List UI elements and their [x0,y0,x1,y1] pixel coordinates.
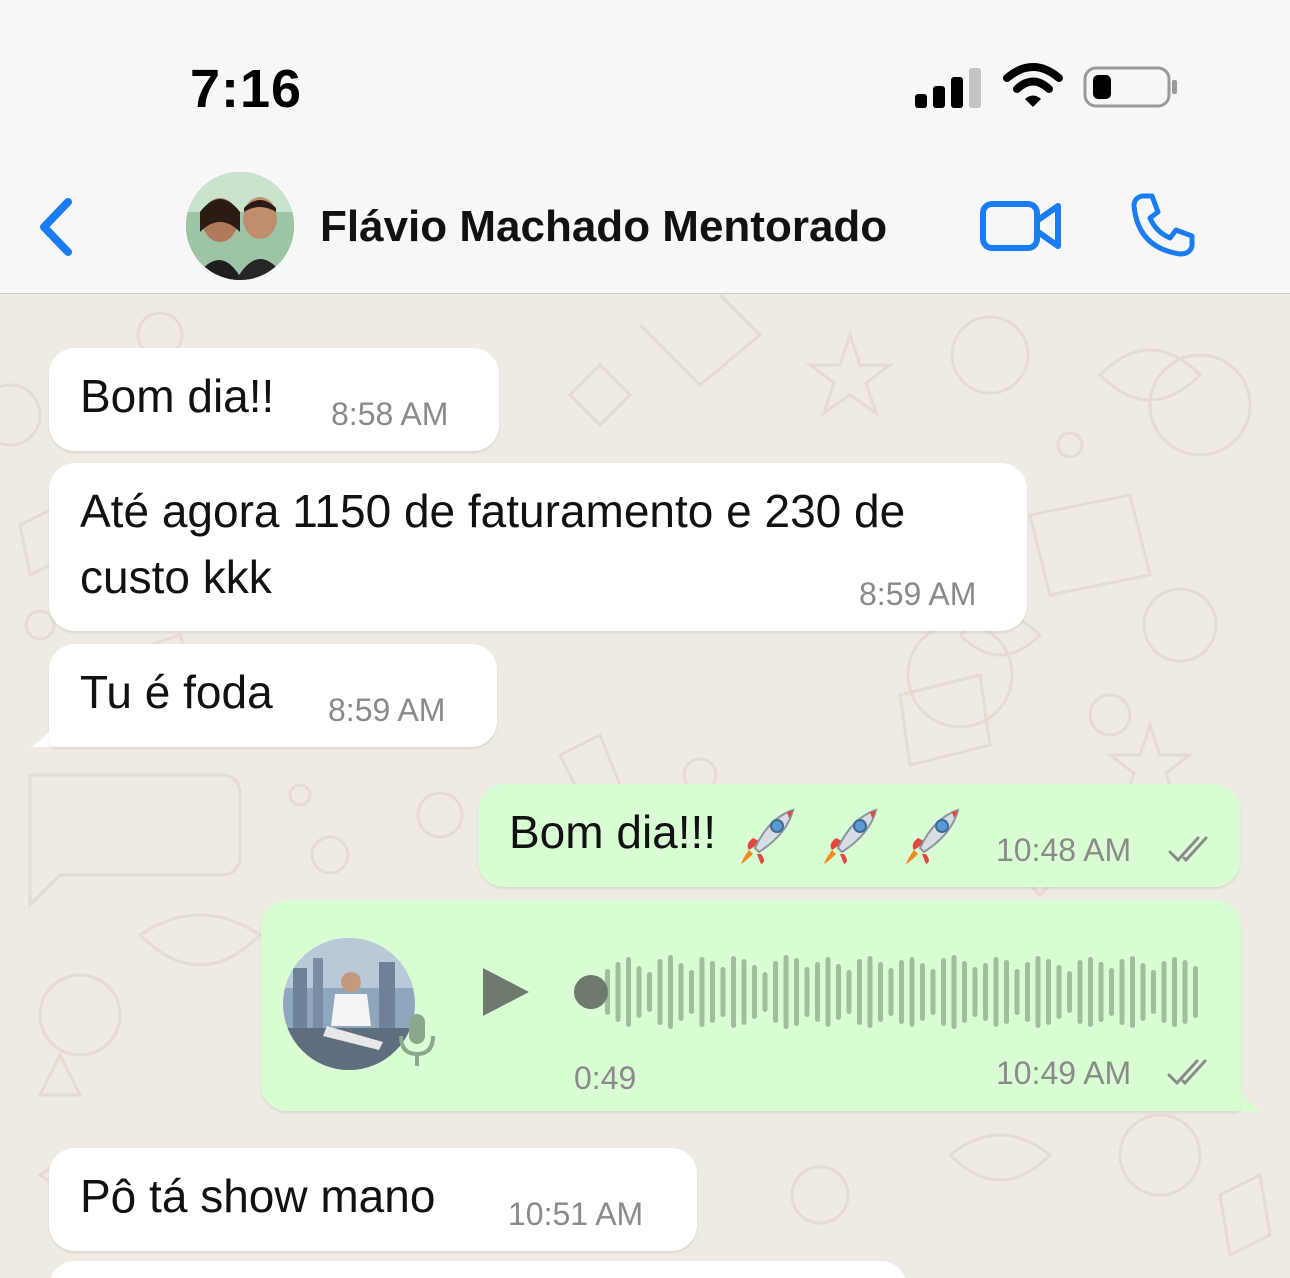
waveform-bar [1088,957,1093,1027]
message-time: 10:51 AM [508,1196,644,1232]
message-time: 10:49 AM [996,1055,1132,1091]
message-bubble-incoming[interactable]: Tu é foda 8:59 AM [49,644,497,747]
message-text: Tu é foda [80,666,273,718]
phone-icon[interactable] [1128,190,1198,260]
message-bubble-incoming[interactable]: Até agora 1150 de faturamento e 230 de c… [49,463,1027,631]
wifi-icon [1003,63,1063,107]
sender-avatar [283,938,415,1070]
double-check-icon [1168,836,1208,863]
waveform-bar [1109,968,1114,1016]
waveform-bar [1014,969,1020,1015]
waveform-bar [899,960,904,1024]
message-text: Bom dia!! [80,370,275,422]
waveform-bar [668,955,673,1029]
waveform-bar [762,972,768,1012]
waveform-bar [909,957,915,1027]
waveform-bar [1119,959,1125,1025]
waveform-bar [815,962,820,1022]
cellular-signal-icon [915,68,981,108]
waveform-bar [1046,959,1051,1025]
rocket-icon [906,808,960,864]
waveform-bar [1067,971,1072,1013]
waveform-bar [678,963,684,1021]
video-camera-icon[interactable] [978,196,1064,256]
voice-message-bubble[interactable]: 0:49 10:49 AM [261,900,1241,1111]
waveform-bar [1004,960,1009,1024]
rocket-icon [823,808,878,864]
waveform-bar [804,967,810,1017]
double-check-icon [1167,1059,1207,1086]
waveform-bar [1077,960,1083,1024]
play-icon[interactable] [479,964,533,1020]
waveform-bar [1098,962,1104,1022]
message-bubble-incoming[interactable]: Pô tá show mano 10:51 AM [49,1148,697,1251]
waveform-bar [1035,956,1041,1028]
waveform-bar [741,959,747,1025]
waveform-bar [962,961,967,1023]
status-bar: 7:16 [0,0,1290,160]
waveform-bar [657,959,663,1025]
waveform-bar [836,964,841,1020]
waveform-bar [888,968,894,1016]
waveform-bar [1056,965,1062,1019]
waveform-bar [689,970,694,1014]
waveform-bar [720,967,726,1017]
waveform-bar [615,962,621,1022]
message-text: Bom dia!!! [509,799,964,868]
message-time: 10:48 AM [996,832,1132,868]
waveform-bar [636,966,642,1018]
message-time: 8:59 AM [328,692,446,728]
waveform-bar [626,957,631,1027]
message-bubble-incoming-partial[interactable] [49,1261,907,1278]
message-bubble-outgoing[interactable]: Bom dia!!! 10:48 AM [478,784,1240,887]
message-bubble-incoming[interactable]: Bom dia!! 8:58 AM [49,348,499,451]
waveform-bar [920,963,925,1021]
waveform-bar [1130,956,1135,1028]
chat-header: Flávio Machado Mentorado [0,160,1290,294]
microphone-icon [399,1014,435,1066]
audio-waveform[interactable] [569,948,1199,1036]
waveform-bar [1193,966,1198,1018]
waveform-bar [983,963,988,1021]
waveform-bar [941,958,946,1026]
waveform-bar [1025,962,1030,1022]
message-text: Pô tá show mano [80,1170,436,1222]
waveform-bar [867,956,873,1028]
waveform-bar [993,957,999,1027]
message-text-content: Bom dia!!! [509,806,717,858]
waveform-bar [951,955,957,1029]
waveform-bar [1151,970,1156,1014]
message-time: 8:59 AM [859,576,977,612]
waveform-bar [783,955,789,1029]
waveform-bar [752,965,757,1019]
message-text-line: Até agora 1150 de faturamento e 230 de [80,485,906,537]
chevron-left-icon[interactable] [30,194,86,260]
waveform-bar [857,959,862,1025]
waveform-bar [1140,963,1146,1021]
waveform-bar [773,961,778,1023]
waveform-bar [846,970,852,1014]
waveform-bar [647,972,652,1012]
battery-icon [1083,66,1177,108]
message-text-line: custo kkk [80,551,272,603]
waveform-bar [1172,957,1177,1027]
rocket-icon [740,808,795,864]
message-time: 8:58 AM [331,396,449,432]
contact-name[interactable]: Flávio Machado Mentorado [320,202,887,252]
waveform-bar [972,967,978,1017]
waveform-bar [794,958,799,1026]
waveform-bar [878,962,883,1022]
waveform-bar [1182,960,1188,1024]
waveform-bar [731,956,736,1028]
waveform-bar [699,957,705,1027]
waveform-bar [710,961,715,1023]
status-time: 7:16 [190,59,303,119]
waveform-bar [1161,961,1167,1023]
voice-duration: 0:49 [574,1060,637,1096]
contact-avatar[interactable] [186,172,294,280]
waveform-bar [930,969,936,1015]
chat-area[interactable]: Bom dia!! 8:58 AM Até agora 1150 de fatu… [0,295,1290,1278]
waveform-bar [825,957,831,1027]
